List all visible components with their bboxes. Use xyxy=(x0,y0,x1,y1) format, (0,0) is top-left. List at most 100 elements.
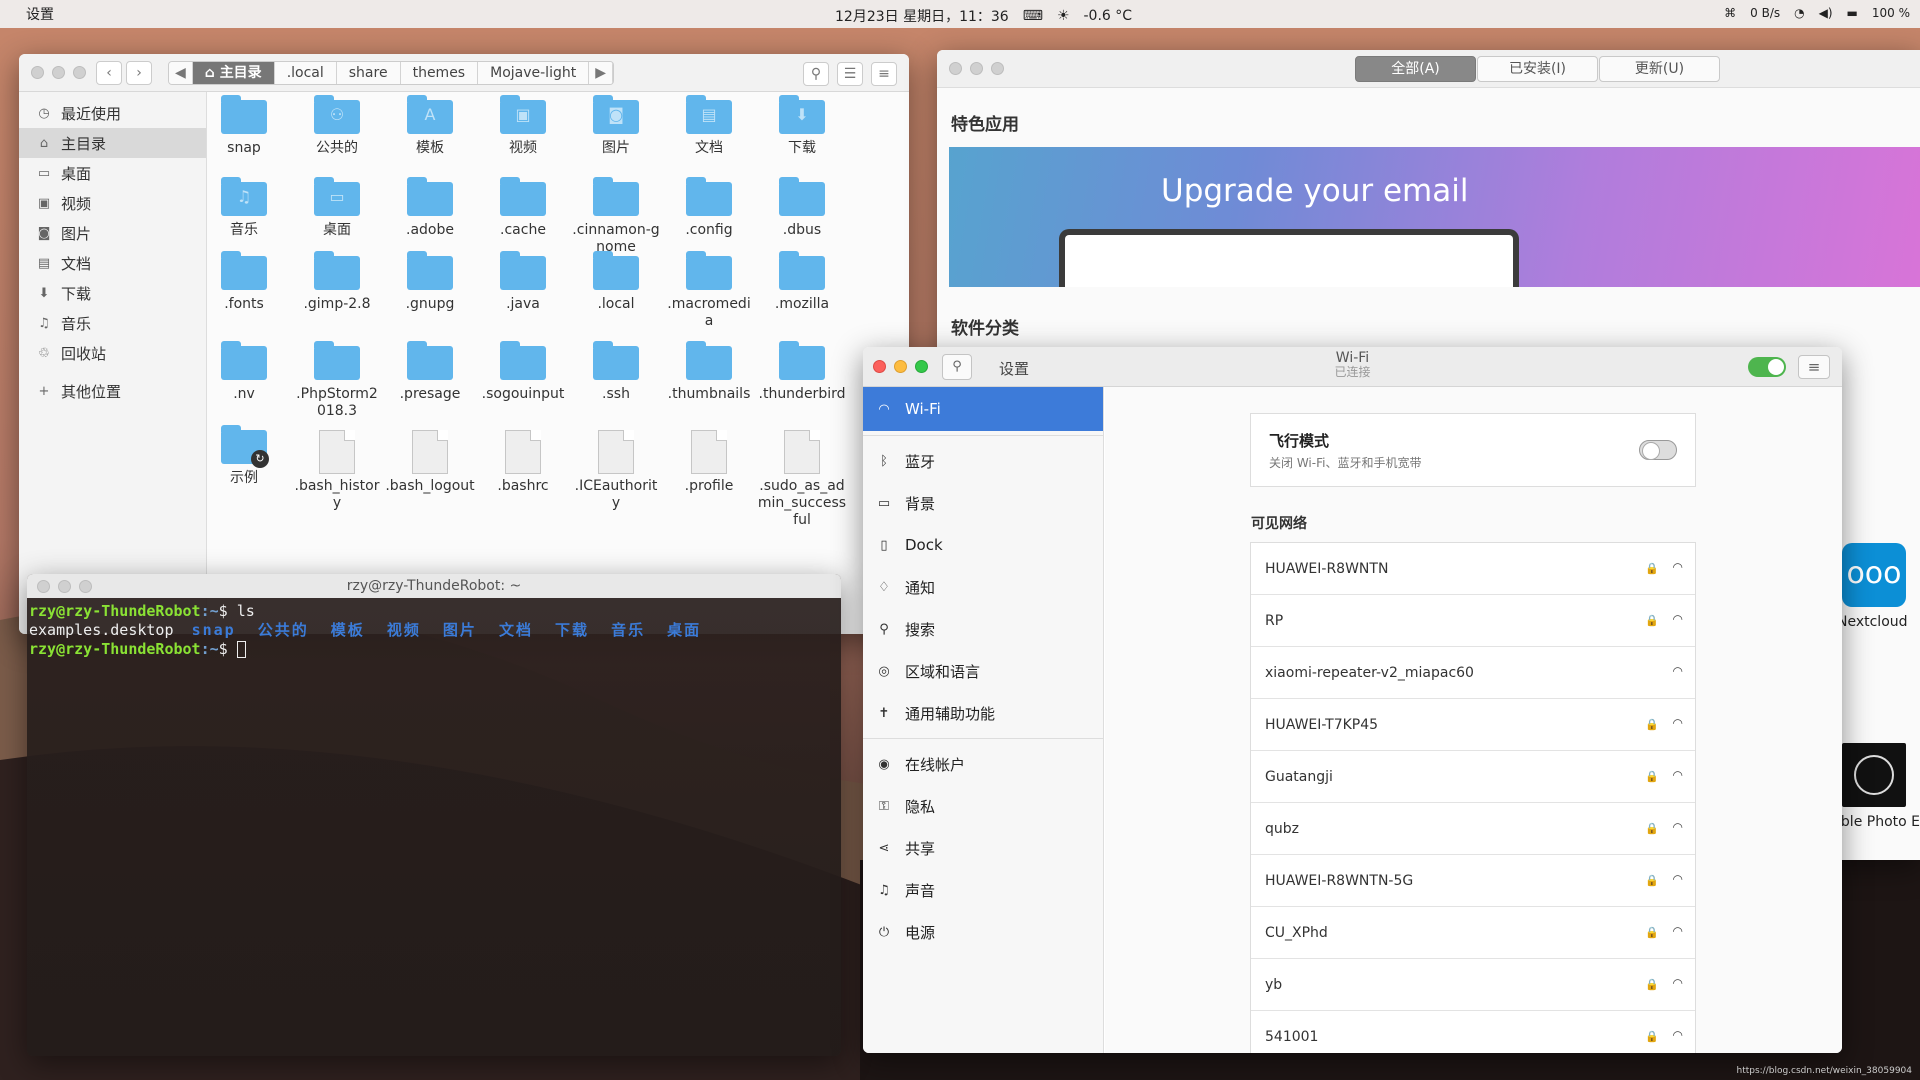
settings-nav-item[interactable]: ♢ 通知 xyxy=(863,566,1103,608)
file-item[interactable]: ▤ 文档 xyxy=(664,95,754,157)
file-item[interactable]: .thunderbird xyxy=(757,341,847,403)
sidebar-item[interactable]: + 其他位置 xyxy=(19,376,206,406)
settings-nav-item[interactable]: ⋖ 共享 xyxy=(863,827,1103,869)
file-item[interactable]: .macromedia xyxy=(664,251,754,330)
list-view-icon[interactable]: ☰ xyxy=(837,62,863,86)
network-row[interactable]: 541001 🔒 ◠ xyxy=(1251,1011,1695,1053)
file-item[interactable]: ▭ 桌面 xyxy=(292,177,382,239)
active-app-name[interactable]: 设置 xyxy=(26,4,54,24)
breadcrumb-themes[interactable]: themes xyxy=(400,61,479,84)
file-item[interactable]: ◙ 图片 xyxy=(571,95,661,157)
file-item[interactable]: .ICEauthority xyxy=(571,430,661,512)
settings-nav-item[interactable]: ᛒ 蓝牙 xyxy=(863,440,1103,482)
network-row[interactable]: xiaomi-repeater-v2_miapac60 ◠ xyxy=(1251,647,1695,699)
close-button[interactable] xyxy=(31,66,44,79)
nextcloud-app-name[interactable]: Nextcloud xyxy=(1837,614,1908,630)
volume-icon[interactable]: ◀) xyxy=(1819,6,1833,20)
terminal-output[interactable]: rzy@rzy-ThundeRobot:~$ ls examples.deskt… xyxy=(27,598,841,663)
network-row[interactable]: qubz 🔒 ◠ xyxy=(1251,803,1695,855)
file-item[interactable]: .mozilla xyxy=(757,251,847,313)
settings-nav-item[interactable]: ✝ 通用辅助功能 xyxy=(863,692,1103,734)
breadcrumb-share[interactable]: share xyxy=(336,61,401,84)
sidebar-item[interactable]: ◷ 最近使用 xyxy=(19,98,206,128)
network-row[interactable]: HUAWEI-T7KP45 🔒 ◠ xyxy=(1251,699,1695,751)
sidebar-item[interactable]: ♫ 音乐 xyxy=(19,308,206,338)
breadcrumb-left-arrow-icon[interactable]: ◀ xyxy=(169,61,193,84)
file-item[interactable]: ⬇ 下载 xyxy=(757,95,847,157)
settings-nav-item[interactable]: ◉ 在线帐户 xyxy=(863,743,1103,785)
file-item[interactable]: .gnupg xyxy=(385,251,475,313)
file-item[interactable]: .sudo_as_admin_successful xyxy=(757,430,847,529)
airplane-toggle[interactable] xyxy=(1639,440,1677,460)
forward-button[interactable]: › xyxy=(126,60,152,85)
battery-icon[interactable]: ▬ xyxy=(1847,6,1858,20)
file-item[interactable]: .bash_logout xyxy=(385,430,475,495)
file-item[interactable]: .config xyxy=(664,177,754,239)
sidebar-item[interactable]: ▭ 桌面 xyxy=(19,158,206,188)
sidebar-item[interactable]: ⌂ 主目录 xyxy=(19,128,206,158)
file-item[interactable]: ▣ 视频 xyxy=(478,95,568,157)
file-item[interactable]: snap xyxy=(199,95,289,157)
wifi-status-icon[interactable]: ◔ xyxy=(1794,6,1804,20)
darktable-app-icon[interactable] xyxy=(1842,743,1906,807)
sidebar-item[interactable]: ▤ 文档 xyxy=(19,248,206,278)
file-item[interactable]: .local xyxy=(571,251,661,313)
sidebar-item[interactable]: ◙ 图片 xyxy=(19,218,206,248)
wifi-toggle[interactable] xyxy=(1748,357,1786,377)
breadcrumb-mojave-light[interactable]: Mojave-light xyxy=(478,61,590,84)
file-item[interactable]: .gimp-2.8 xyxy=(292,251,382,313)
file-item[interactable]: .cache xyxy=(478,177,568,239)
minimize-button[interactable] xyxy=(52,66,65,79)
menu-icon[interactable]: ≡ xyxy=(871,62,897,86)
file-item[interactable]: .adobe xyxy=(385,177,475,239)
file-item[interactable]: .bash_history xyxy=(292,430,382,512)
file-item[interactable]: .fonts xyxy=(199,251,289,313)
file-item[interactable]: ⚇ 公共的 xyxy=(292,95,382,157)
file-item[interactable]: .nv xyxy=(199,341,289,403)
back-button[interactable]: ‹ xyxy=(96,60,122,85)
file-item[interactable]: .dbus xyxy=(757,177,847,239)
settings-nav-item[interactable]: ◎ 区域和语言 xyxy=(863,650,1103,692)
file-item[interactable]: .PhpStorm2018.3 xyxy=(292,341,382,420)
settings-nav-item[interactable]: ▭ 背景 xyxy=(863,482,1103,524)
featured-banner[interactable]: Upgrade your email xyxy=(949,147,1920,287)
maximize-button[interactable] xyxy=(73,66,86,79)
file-item[interactable]: ↻ 示例 xyxy=(199,425,289,487)
file-item[interactable]: A 模板 xyxy=(385,95,475,157)
breadcrumb-home[interactable]: ⌂ 主目录 xyxy=(192,61,275,84)
breadcrumb-local[interactable]: .local xyxy=(274,61,337,84)
sidebar-item[interactable]: ♲ 回收站 xyxy=(19,338,206,368)
settings-nav-item[interactable]: ⚿ 隐私 xyxy=(863,785,1103,827)
network-row[interactable]: CU_XPhd 🔒 ◠ xyxy=(1251,907,1695,959)
tab-updates[interactable]: 更新(U) xyxy=(1599,56,1720,82)
network-row[interactable]: Guatangji 🔒 ◠ xyxy=(1251,751,1695,803)
close-button[interactable] xyxy=(949,62,962,75)
settings-nav-item[interactable]: ▯ Dock xyxy=(863,524,1103,566)
file-item[interactable]: .cinnamon-gnome xyxy=(571,177,661,256)
network-row[interactable]: HUAWEI-R8WNTN 🔒 ◠ xyxy=(1251,543,1695,595)
settings-nav-item[interactable]: ⚲ 搜索 xyxy=(863,608,1103,650)
menu-icon[interactable]: ≡ xyxy=(1798,355,1830,379)
clock-area[interactable]: 12月23日 星期日，11：36 ⌨ ☀ -0.6 °C xyxy=(835,6,1132,26)
file-item[interactable]: .thumbnails xyxy=(664,341,754,403)
input-method-icon[interactable]: ⌘ xyxy=(1724,6,1736,20)
breadcrumb-right-arrow-icon[interactable]: ▶ xyxy=(589,61,613,84)
file-item[interactable]: .presage xyxy=(385,341,475,403)
file-item[interactable]: .profile xyxy=(664,430,754,495)
settings-nav-item[interactable]: ♫ 声音 xyxy=(863,869,1103,911)
keyboard-icon[interactable]: ⌨ xyxy=(1023,8,1043,24)
file-item[interactable]: .java xyxy=(478,251,568,313)
network-row[interactable]: yb 🔒 ◠ xyxy=(1251,959,1695,1011)
tab-all[interactable]: 全部(A) xyxy=(1355,56,1476,82)
maximize-button[interactable] xyxy=(991,62,1004,75)
search-icon[interactable]: ⚲ xyxy=(803,62,829,86)
settings-nav-item[interactable]: ◠ Wi-Fi xyxy=(863,387,1103,431)
network-row[interactable]: HUAWEI-R8WNTN-5G 🔒 ◠ xyxy=(1251,855,1695,907)
darktable-app-name[interactable]: Darktable Photo E xyxy=(1837,814,1920,830)
file-item[interactable]: .ssh xyxy=(571,341,661,403)
file-item[interactable]: .bashrc xyxy=(478,430,568,495)
sidebar-item[interactable]: ▣ 视频 xyxy=(19,188,206,218)
file-item[interactable]: .sogouinput xyxy=(478,341,568,403)
sidebar-item[interactable]: ⬇ 下载 xyxy=(19,278,206,308)
minimize-button[interactable] xyxy=(970,62,983,75)
